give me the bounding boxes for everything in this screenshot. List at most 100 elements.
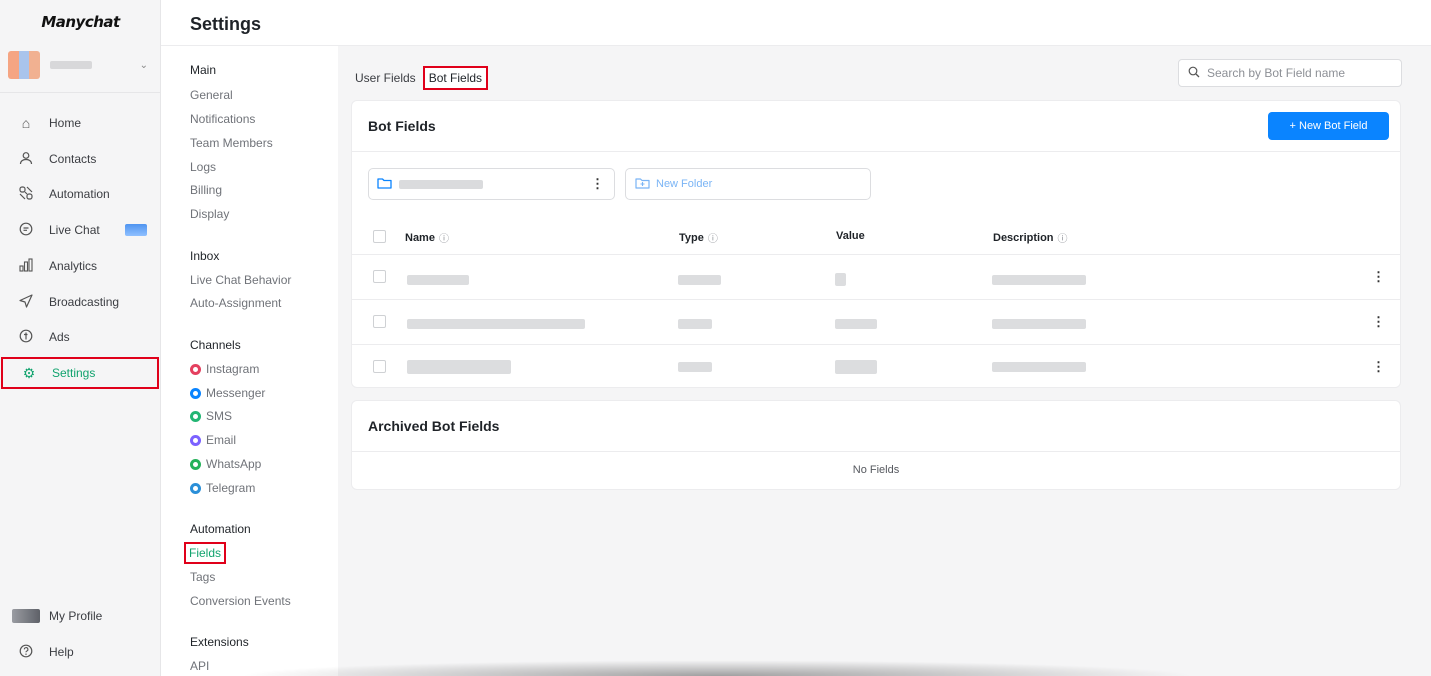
menu-item-label: Instagram [206, 362, 260, 376]
field-value-redacted [835, 273, 846, 286]
field-name-redacted [407, 275, 469, 285]
profile-avatar [12, 609, 40, 623]
info-icon: ⓘ [1057, 234, 1068, 245]
new-folder-icon [635, 177, 650, 192]
sidebar-item-my-profile[interactable]: My Profile [0, 600, 161, 632]
menu-item-general[interactable]: General [190, 88, 233, 102]
new-folder-label: New Folder [656, 178, 713, 190]
row-menu-icon[interactable]: ⋮ [1372, 314, 1385, 330]
menu-item-label: Telegram [206, 481, 256, 495]
folder-name-redacted [399, 179, 483, 189]
search-input[interactable]: Search by Bot Field name [1178, 59, 1402, 87]
bot-fields-card: Bot Fields + New Bot Field ⋮ New Folder … [351, 100, 1401, 388]
new-folder-button[interactable]: New Folder [625, 168, 871, 200]
menu-group-extensions: Extensions [190, 635, 249, 649]
field-type-redacted [678, 275, 721, 285]
info-icon: ⓘ [707, 234, 718, 245]
field-description-redacted [992, 319, 1086, 329]
archived-bot-fields-card: Archived Bot Fields No Fields [351, 400, 1401, 490]
tab-bot-fields[interactable]: Bot Fields [422, 66, 489, 90]
menu-group-main: Main [190, 63, 217, 77]
sidebar-item-label: Contacts [49, 152, 97, 166]
menu-item-team-members[interactable]: Team Members [190, 136, 273, 150]
column-type[interactable]: Type ⓘ [679, 230, 718, 246]
sidebar-item-help[interactable]: Help [0, 636, 161, 668]
left-nav: Manychat ⌄ ⌂ Home Contacts Automation Li… [0, 0, 161, 676]
row-menu-icon[interactable]: ⋮ [1372, 359, 1385, 375]
empty-state-text: No Fields [852, 464, 900, 476]
sidebar-item-label: Analytics [49, 259, 98, 273]
info-icon: ⓘ [438, 234, 449, 245]
instagram-icon [190, 363, 201, 375]
messenger-icon [190, 387, 201, 399]
home-icon: ⌂ [21, 115, 31, 131]
sidebar-item-label: Broadcasting [49, 295, 120, 309]
menu-item-label: Email [206, 433, 237, 447]
person-icon [16, 151, 36, 168]
field-name-redacted [407, 360, 511, 374]
account-avatar [8, 51, 40, 79]
menu-item-label: Messenger [206, 386, 266, 400]
automation-icon [16, 185, 36, 203]
search-placeholder: Search by Bot Field name [1207, 66, 1346, 80]
menu-item-sms[interactable]: SMS [190, 409, 232, 423]
menu-item-auto-assignment[interactable]: Auto-Assignment [190, 296, 281, 310]
menu-item-email[interactable]: Email [190, 433, 236, 447]
sidebar-item-automation[interactable]: Automation [0, 178, 161, 210]
menu-item-api[interactable]: API [190, 659, 209, 673]
main-content: User Fields Bot Fields Search by Bot Fie… [338, 46, 1431, 676]
send-icon [16, 293, 36, 311]
menu-item-instagram[interactable]: Instagram [190, 362, 259, 376]
row-checkbox[interactable] [373, 360, 386, 373]
logo[interactable]: Manychat [0, 13, 161, 31]
page-title: Settings [190, 14, 262, 34]
row-divider [352, 299, 1400, 300]
account-name-redacted [50, 61, 92, 69]
menu-item-tags[interactable]: Tags [190, 570, 215, 584]
help-icon [16, 644, 36, 661]
menu-item-label: SMS [206, 409, 233, 423]
sidebar-item-analytics[interactable]: Analytics [0, 250, 161, 282]
menu-item-logs[interactable]: Logs [190, 160, 216, 174]
menu-item-messenger[interactable]: Messenger [190, 386, 265, 400]
column-name[interactable]: Name ⓘ [405, 230, 449, 246]
nav-divider [0, 92, 161, 93]
sms-icon [190, 410, 201, 422]
sidebar-item-ads[interactable]: Ads [0, 321, 161, 353]
chevron-down-icon[interactable]: ⌄ [140, 60, 148, 71]
chat-icon [16, 222, 36, 239]
column-description: Description ⓘ [993, 231, 1068, 246]
sidebar-item-settings[interactable]: ⚙ Settings [1, 357, 159, 389]
new-bot-field-button[interactable]: + New Bot Field [1268, 112, 1389, 140]
sidebar-item-contacts[interactable]: Contacts [0, 143, 161, 175]
sidebar-item-broadcasting[interactable]: Broadcasting [0, 286, 161, 318]
menu-group-channels: Channels [190, 338, 241, 352]
row-menu-icon[interactable]: ⋮ [1372, 269, 1385, 285]
menu-item-conversion-events[interactable]: Conversion Events [190, 594, 291, 608]
sidebar-item-label: Ads [49, 330, 70, 344]
sidebar-item-live-chat[interactable]: Live Chat [0, 214, 161, 246]
folder-select[interactable]: ⋮ [368, 168, 615, 200]
menu-item-whatsapp[interactable]: WhatsApp [190, 457, 261, 471]
menu-item-display[interactable]: Display [190, 207, 229, 221]
tab-user-fields[interactable]: User Fields [351, 68, 420, 88]
select-all-checkbox[interactable] [373, 230, 386, 243]
sidebar-item-label: Live Chat [49, 223, 100, 237]
menu-item-billing[interactable]: Billing [190, 183, 222, 197]
card-title: Bot Fields [368, 118, 436, 134]
row-checkbox[interactable] [373, 315, 386, 328]
menu-item-notifications[interactable]: Notifications [190, 112, 255, 126]
field-description-redacted [992, 275, 1086, 285]
account-switcher[interactable]: ⌄ [8, 48, 154, 82]
card-divider [352, 151, 1400, 152]
kebab-menu-icon[interactable]: ⋮ [591, 176, 604, 192]
window-shadow [237, 660, 1197, 676]
menu-item-fields[interactable]: Fields [184, 542, 227, 564]
row-checkbox[interactable] [373, 270, 386, 283]
gear-icon: ⚙ [22, 364, 36, 381]
ads-icon [16, 329, 36, 346]
menu-item-live-chat-behavior[interactable]: Live Chat Behavior [190, 273, 291, 287]
sidebar-item-home[interactable]: ⌂ Home [0, 107, 161, 139]
folder-icon [377, 177, 392, 192]
menu-item-telegram[interactable]: Telegram [190, 481, 255, 495]
